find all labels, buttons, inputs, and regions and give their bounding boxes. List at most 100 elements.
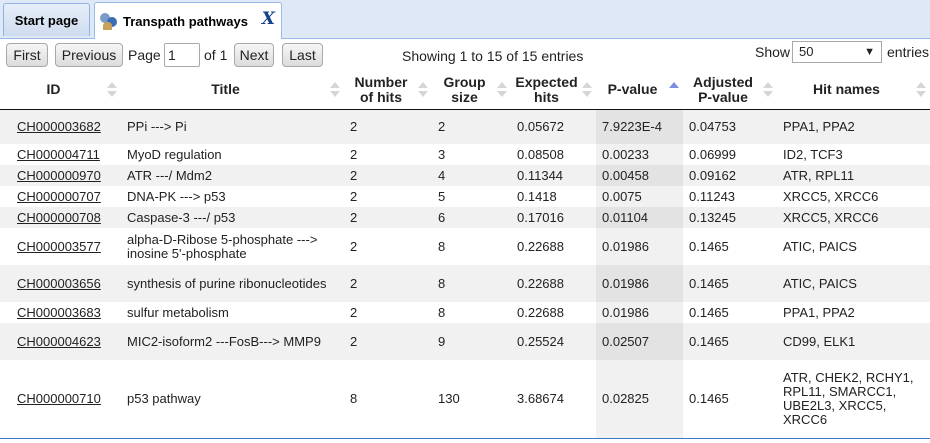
pathway-id-link[interactable]: CH000004623 xyxy=(17,334,101,349)
number-of-hits: 2 xyxy=(350,146,358,162)
pathway-id-link[interactable]: CH000004711 xyxy=(17,147,100,162)
number-of-hits: 2 xyxy=(344,165,432,186)
adjusted-p-value: 0.11243 xyxy=(689,188,736,204)
hit-names: ATR, RPL11 xyxy=(777,165,930,186)
column-header-group-size[interactable]: Group size xyxy=(432,71,511,110)
adjusted-p-value: 0.1465 xyxy=(689,304,729,320)
pathway-id-link[interactable]: CH000000710 xyxy=(17,391,101,406)
pathway-title: p53 pathway xyxy=(121,360,344,439)
p-value: 0.00233 xyxy=(596,144,683,165)
adjusted-p-value: 0.13245 xyxy=(683,207,777,228)
group-size: 5 xyxy=(438,188,446,204)
column-header-hit-names[interactable]: Hit names xyxy=(777,71,930,110)
pathway-title: ATR ---/ Mdm2 xyxy=(121,165,344,186)
entries-info: Showing 1 to 15 of 15 entries xyxy=(402,48,584,64)
table-row: CH000003656 synthesis of purine ribonucl… xyxy=(0,265,930,302)
adjusted-p-value: 0.1465 xyxy=(683,360,777,439)
expected-hits: 0.08508 xyxy=(517,146,564,162)
close-tab-icon[interactable]: X xyxy=(262,9,275,29)
page-label: Page xyxy=(128,47,161,63)
adjusted-p-value: 0.04753 xyxy=(683,109,777,144)
expected-hits: 0.17016 xyxy=(511,207,596,228)
adjusted-p-value: 0.1465 xyxy=(689,238,729,254)
page-length-select[interactable]: 50 ▼ xyxy=(792,41,882,63)
expected-hits: 0.1418 xyxy=(517,188,557,204)
tab-label: Transpath pathways xyxy=(123,13,248,29)
pathway-title: MyoD regulation xyxy=(127,146,222,162)
p-value: 0.01104 xyxy=(596,207,683,228)
table-row: CH000003682 PPi ---> Pi 2 2 0.05672 7.92… xyxy=(0,109,930,144)
pathway-id-link[interactable]: CH000000707 xyxy=(17,189,101,204)
pathway-title: DNA-PK ---> p53 xyxy=(127,188,226,204)
sort-icon xyxy=(582,82,592,97)
hit-names: PPA1, PPA2 xyxy=(783,304,855,320)
pathway-id-link[interactable]: CH000000970 xyxy=(17,168,101,183)
tab-transpath-pathways[interactable]: Transpath pathways X xyxy=(94,2,282,39)
table-body: CH000003682 PPi ---> Pi 2 2 0.05672 7.92… xyxy=(0,109,930,439)
first-page-button[interactable]: First xyxy=(6,43,48,67)
number-of-hits: 8 xyxy=(344,360,432,439)
previous-page-button[interactable]: Previous xyxy=(55,43,123,67)
column-header-p-value[interactable]: P-value xyxy=(596,71,683,110)
expected-hits: 0.05672 xyxy=(511,109,596,144)
p-value: 0.00458 xyxy=(596,165,683,186)
pathway-id-link[interactable]: CH000003656 xyxy=(17,276,101,291)
page-length-value: 50 xyxy=(799,44,814,59)
pathway-title: sulfur metabolism xyxy=(127,304,229,320)
results-table: ID Title Number of hits Group size Expec… xyxy=(0,71,930,439)
group-size: 8 xyxy=(438,304,446,320)
number-of-hits: 2 xyxy=(344,265,432,302)
expected-hits: 0.11344 xyxy=(511,165,596,186)
table-row: CH000000970 ATR ---/ Mdm2 2 4 0.11344 0.… xyxy=(0,165,930,186)
pathway-id-link[interactable]: CH000003577 xyxy=(17,239,101,254)
sort-icon xyxy=(418,82,428,97)
p-value: 0.01986 xyxy=(596,265,683,302)
chevron-down-icon: ▼ xyxy=(864,46,875,58)
pathway-id-link[interactable]: CH000000708 xyxy=(17,210,101,225)
p-value: 0.02825 xyxy=(596,360,683,439)
hit-names: PPA1, PPA2 xyxy=(777,109,930,144)
results-table-container: ID Title Number of hits Group size Expec… xyxy=(0,71,930,439)
column-header-number-of-hits[interactable]: Number of hits xyxy=(344,71,432,110)
hit-names: ATR, CHEK2, RCHY1, RPL11, SMARCC1, UBE2L… xyxy=(777,360,930,439)
column-header-expected-hits[interactable]: Expected hits xyxy=(511,71,596,110)
pathway-id-link[interactable]: CH000003683 xyxy=(17,305,101,320)
number-of-hits: 2 xyxy=(344,109,432,144)
next-page-button[interactable]: Next xyxy=(234,43,274,67)
column-header-id[interactable]: ID xyxy=(0,71,121,110)
group-size: 4 xyxy=(432,165,511,186)
table-row: CH000004623 MIC2-isoform2 ---FosB---> MM… xyxy=(0,323,930,360)
pathway-title: synthesis of purine ribonucleotides xyxy=(121,265,344,302)
tab-bar: Start page Transpath pathways X xyxy=(0,0,930,39)
column-header-adjusted-p-value[interactable]: Adjusted P-value xyxy=(683,71,777,110)
table-row: CH000000710 p53 pathway 8 130 3.68674 0.… xyxy=(0,360,930,439)
expected-hits: 0.22688 xyxy=(517,238,564,254)
page-count-label: of 1 xyxy=(204,47,228,63)
entries-label: entries xyxy=(887,44,930,60)
pathway-group-icon xyxy=(99,11,119,31)
p-value: 0.01986 xyxy=(596,228,683,265)
pathway-title: Caspase-3 ---/ p53 xyxy=(121,207,344,228)
group-size: 3 xyxy=(438,146,446,162)
number-of-hits: 2 xyxy=(350,188,358,204)
expected-hits: 3.68674 xyxy=(511,360,596,439)
group-size: 8 xyxy=(438,238,446,254)
group-size: 6 xyxy=(432,207,511,228)
tab-label: Start page xyxy=(14,12,79,28)
adjusted-p-value: 0.1465 xyxy=(683,323,777,360)
group-size: 8 xyxy=(432,265,511,302)
pathway-title: PPi ---> Pi xyxy=(121,109,344,144)
last-page-button[interactable]: Last xyxy=(282,43,323,67)
number-of-hits: 2 xyxy=(344,323,432,360)
page-number-input[interactable]: 1 xyxy=(164,43,200,67)
sort-icon xyxy=(763,82,773,97)
pathway-id-link[interactable]: CH000003682 xyxy=(17,119,101,134)
group-size: 130 xyxy=(432,360,511,439)
table-row: CH000000707 DNA-PK ---> p53 2 5 0.1418 0… xyxy=(0,186,930,207)
hit-names: XRCC5, XRCC6 xyxy=(777,207,930,228)
adjusted-p-value: 0.09162 xyxy=(683,165,777,186)
tab-start-page[interactable]: Start page xyxy=(3,3,90,36)
column-header-title[interactable]: Title xyxy=(121,71,344,110)
pathway-title: alpha-D-Ribose 5-phosphate ---> inosine … xyxy=(127,231,318,261)
sort-icon xyxy=(497,82,507,97)
